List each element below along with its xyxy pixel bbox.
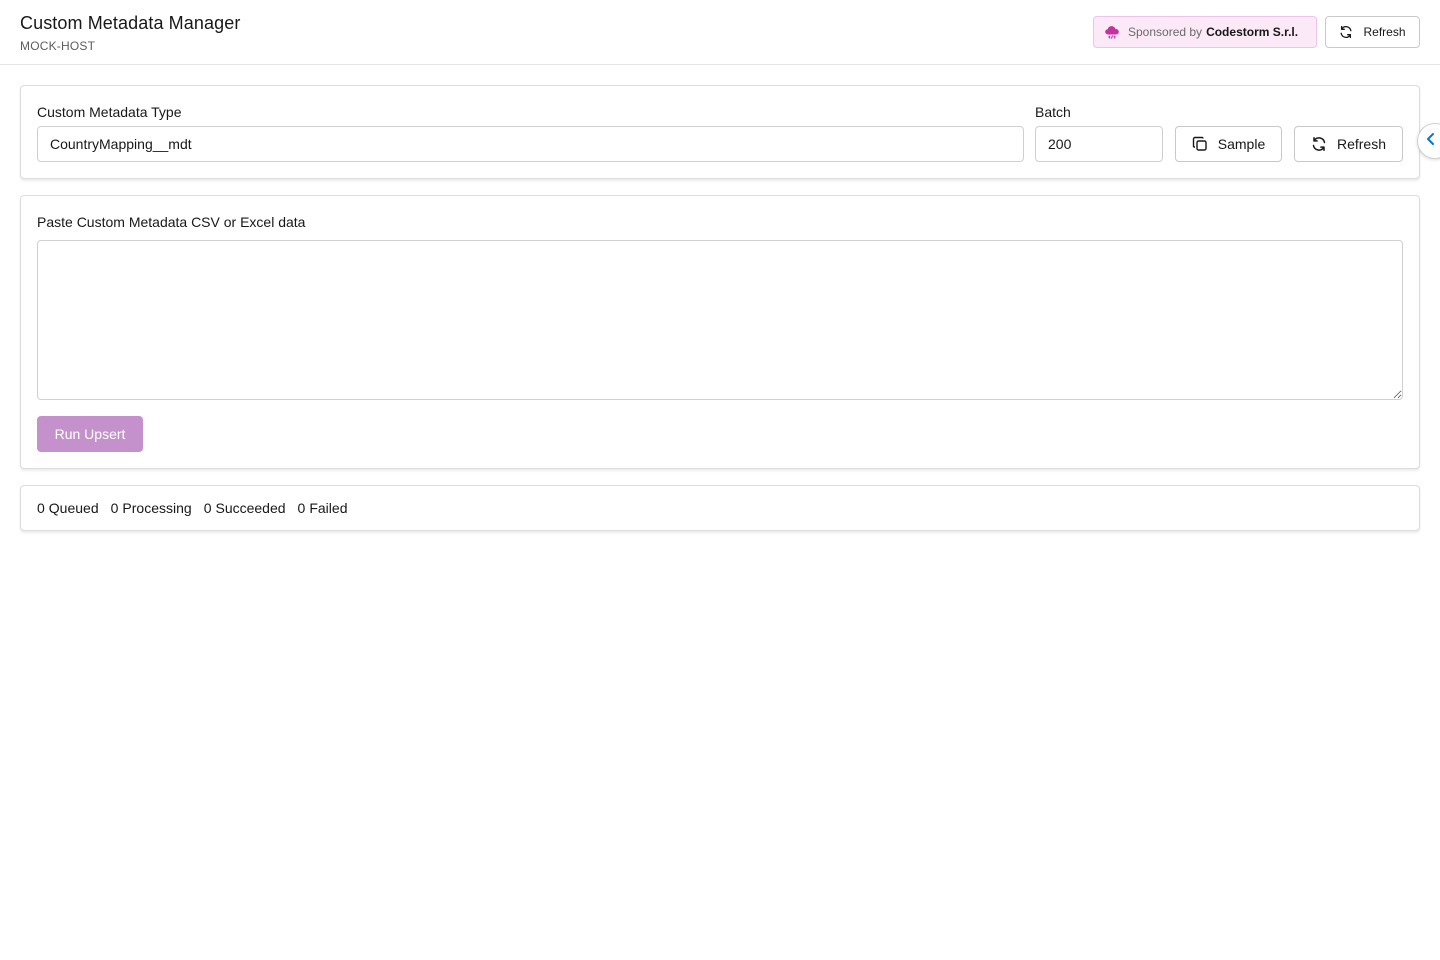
status-succeeded: 0 Succeeded <box>204 500 286 516</box>
chevron-left-icon <box>1425 132 1437 151</box>
batch-size-input[interactable] <box>1035 126 1163 162</box>
succeeded-count: 0 <box>203 500 212 516</box>
refresh-button[interactable]: Refresh <box>1294 126 1403 162</box>
header-refresh-label: Refresh <box>1363 25 1406 39</box>
status-processing: 0 Processing <box>111 500 192 516</box>
failed-label: Failed <box>309 500 348 516</box>
queued-count: 0 <box>37 500 45 516</box>
queued-label: Queued <box>48 500 99 516</box>
paste-data-card: Paste Custom Metadata CSV or Excel data … <box>20 195 1420 469</box>
host-name: MOCK-HOST <box>20 39 96 53</box>
cloud-code-icon <box>1104 24 1120 40</box>
metadata-type-card: Custom Metadata Type Batch Sample Refres… <box>20 85 1420 179</box>
sample-button[interactable]: Sample <box>1175 126 1282 162</box>
processing-label: Processing <box>122 500 192 516</box>
status-card: 0 Queued 0 Processing 0 Succeeded 0 Failed <box>20 485 1420 531</box>
status-failed: 0 Failed <box>298 500 348 516</box>
sponsor-name: Codestorm S.r.l. <box>1206 25 1299 39</box>
failed-count: 0 <box>297 500 306 516</box>
run-upsert-button[interactable]: Run Upsert <box>37 416 143 452</box>
side-panel-toggle[interactable] <box>1417 123 1440 159</box>
refresh-label: Refresh <box>1336 136 1387 152</box>
refresh-icon <box>1311 136 1327 152</box>
succeeded-label: Succeeded <box>215 500 286 516</box>
processing-count: 0 <box>110 500 119 516</box>
header-refresh-button[interactable]: Refresh <box>1325 16 1420 48</box>
refresh-icon <box>1339 25 1353 39</box>
metadata-type-label: Custom Metadata Type <box>37 104 182 120</box>
batch-label: Batch <box>1035 104 1071 120</box>
paste-data-label: Paste Custom Metadata CSV or Excel data <box>37 214 306 230</box>
status-summary: 0 Queued 0 Processing 0 Succeeded 0 Failed <box>37 500 359 516</box>
sample-label: Sample <box>1217 136 1266 152</box>
sponsor-prefix: Sponsored by <box>1128 25 1203 39</box>
app-header: Custom Metadata Manager MOCK-HOST Sponso… <box>0 0 1440 65</box>
paste-data-textarea[interactable] <box>37 240 1403 400</box>
sponsor-badge[interactable]: Sponsored by Codestorm S.r.l. <box>1093 16 1317 48</box>
copy-icon <box>1192 136 1208 152</box>
metadata-type-input[interactable] <box>37 126 1024 162</box>
page-title: Custom Metadata Manager <box>20 13 241 33</box>
status-queued: 0 Queued <box>37 500 99 516</box>
